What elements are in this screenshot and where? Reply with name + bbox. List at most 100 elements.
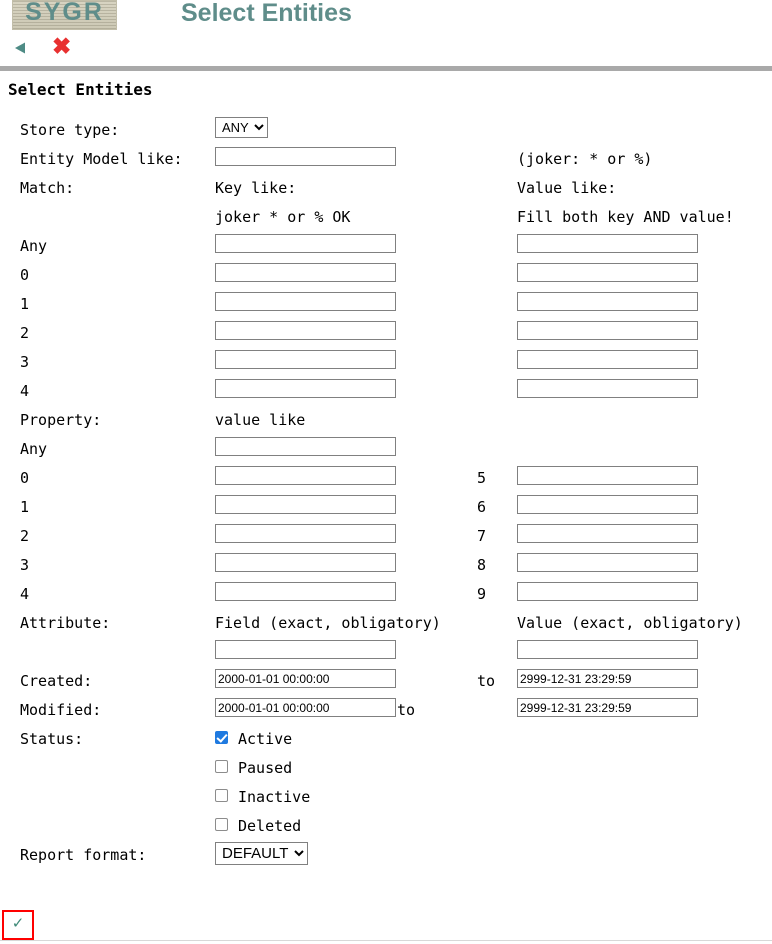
close-x-icon[interactable]: ✖: [52, 35, 71, 58]
match-key-input[interactable]: [215, 350, 396, 369]
row-status-active: Status: Active: [0, 729, 772, 758]
match-row-label: 1: [20, 295, 30, 313]
status-checkbox-inactive[interactable]: [215, 789, 228, 802]
row-status-paused: Paused: [0, 758, 772, 787]
status-checkbox-active[interactable]: [215, 731, 228, 744]
page-heading: Select Entities: [8, 80, 153, 99]
row-match-notes: joker * or % OK Fill both key AND value!: [0, 207, 772, 236]
property-input[interactable]: [215, 582, 396, 601]
property-input[interactable]: [215, 437, 396, 456]
modified-label: Modified:: [20, 701, 102, 719]
match-row-label: Any: [20, 237, 48, 255]
attribute-label: Attribute:: [20, 614, 111, 632]
status-checkbox-label-inactive: Inactive: [238, 788, 311, 806]
row-status-inactive: Inactive: [0, 787, 772, 816]
modified-to-input[interactable]: [517, 698, 698, 717]
property-input[interactable]: [215, 466, 396, 485]
status-label: Status:: [20, 730, 84, 748]
match-row-label: 3: [20, 353, 30, 371]
property-right-label: 9: [477, 585, 487, 603]
status-checkbox-paused[interactable]: [215, 760, 228, 773]
attribute-field-input[interactable]: [215, 640, 396, 659]
match-value-input[interactable]: [517, 234, 698, 253]
report-format-label: Report format:: [20, 846, 147, 864]
status-checkbox-label-active: Active: [238, 730, 293, 748]
modified-to-label: to: [397, 701, 416, 719]
property-input-right[interactable]: [517, 553, 698, 572]
created-label: Created:: [20, 672, 93, 690]
property-row-label: Any: [20, 440, 48, 458]
property-row: 3 8: [0, 553, 772, 584]
property-input[interactable]: [215, 524, 396, 543]
match-row: Any: [0, 234, 772, 265]
row-created: Created: to: [0, 669, 772, 700]
property-input[interactable]: [215, 495, 396, 514]
created-from-input[interactable]: [215, 669, 396, 688]
property-row: Any: [0, 437, 772, 468]
store-type-select[interactable]: ANY: [215, 117, 268, 138]
sygr-logo: SYGR: [12, 0, 117, 30]
match-row: 1: [0, 292, 772, 323]
match-key-note: joker * or % OK: [215, 208, 351, 226]
match-value-input[interactable]: [517, 379, 698, 398]
page-title: Select Entities: [181, 0, 352, 27]
back-triangle-icon[interactable]: [12, 39, 30, 57]
entity-model-hint: (joker: * or %): [517, 150, 653, 168]
match-value-input[interactable]: [517, 350, 698, 369]
attribute-value-input[interactable]: [517, 640, 698, 659]
match-row: 0: [0, 263, 772, 294]
property-input-right[interactable]: [517, 466, 698, 485]
property-row: 2 7: [0, 524, 772, 555]
entity-model-input[interactable]: [215, 147, 396, 166]
report-format-select[interactable]: DEFAULT: [215, 842, 308, 865]
property-input-right[interactable]: [517, 582, 698, 601]
row-entity-model: Entity Model like: (joker: * or %): [0, 147, 772, 178]
checkmark-icon: ✓: [11, 915, 25, 932]
property-right-label: 6: [477, 498, 487, 516]
match-value-input[interactable]: [517, 263, 698, 282]
row-status-deleted: Deleted: [0, 816, 772, 845]
created-to-label: to: [477, 672, 496, 690]
match-key-input[interactable]: [215, 292, 396, 311]
row-report-format: Report format: DEFAULT: [0, 842, 772, 874]
match-value-input[interactable]: [517, 321, 698, 340]
submit-area: ✓: [2, 910, 34, 942]
attribute-field-header: Field (exact, obligatory): [215, 614, 441, 632]
modified-from-input[interactable]: [215, 698, 396, 717]
property-row-label: 1: [20, 498, 30, 516]
property-row-label: 0: [20, 469, 30, 487]
match-key-input[interactable]: [215, 321, 396, 340]
property-right-label: 7: [477, 527, 487, 545]
nav-toolbar: ✖: [0, 30, 772, 66]
status-checkbox-deleted[interactable]: [215, 818, 228, 831]
match-row: 2: [0, 321, 772, 352]
match-key-input[interactable]: [215, 234, 396, 253]
match-row-label: 0: [20, 266, 30, 284]
submit-button[interactable]: ✓: [2, 910, 34, 940]
match-value-input[interactable]: [517, 292, 698, 311]
match-row-label: 4: [20, 382, 30, 400]
property-input[interactable]: [215, 553, 396, 572]
row-modified: Modified: to: [0, 698, 772, 729]
status-checkbox-label-deleted: Deleted: [238, 817, 302, 835]
attribute-value-header: Value (exact, obligatory): [517, 614, 743, 632]
store-type-label: Store type:: [20, 121, 120, 139]
property-input-right[interactable]: [517, 524, 698, 543]
match-row: 4: [0, 379, 772, 410]
property-row: 0 5: [0, 466, 772, 497]
logo-text: SYGR: [25, 0, 104, 26]
created-to-input[interactable]: [517, 669, 698, 688]
match-value-header: Value like:: [517, 179, 617, 197]
match-row: 3: [0, 350, 772, 381]
status-checkbox-label-paused: Paused: [238, 759, 293, 777]
property-row-label: 4: [20, 585, 30, 603]
property-value-header: value like: [215, 411, 306, 429]
match-key-input[interactable]: [215, 263, 396, 282]
row-attribute-headers: Attribute: Field (exact, obligatory) Val…: [0, 613, 772, 642]
property-input-right[interactable]: [517, 495, 698, 514]
match-value-note: Fill both key AND value!: [517, 208, 734, 226]
property-row: 4 9: [0, 582, 772, 613]
row-store-type: Store type: ANY: [0, 117, 772, 149]
match-key-input[interactable]: [215, 379, 396, 398]
property-row-label: 3: [20, 556, 30, 574]
